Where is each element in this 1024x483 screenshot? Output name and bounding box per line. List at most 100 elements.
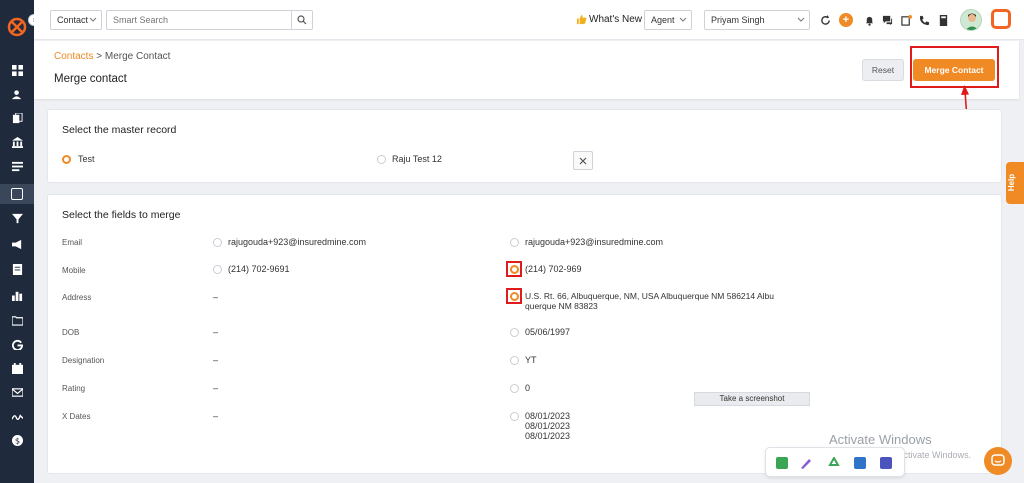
designation-right-radio[interactable] (510, 356, 519, 365)
windows-shield-icon[interactable] (854, 457, 866, 469)
whats-new-label: What's New (589, 14, 643, 25)
user-value: Priyam Singh (711, 15, 765, 25)
email-right-radio[interactable] (510, 238, 519, 247)
app-switcher-icon[interactable] (991, 9, 1011, 29)
search-icon (297, 15, 307, 25)
field-label-x-dates: X Dates (62, 412, 91, 421)
sidebar-item-campaigns[interactable] (0, 234, 34, 254)
contact-type-value: Contact (57, 15, 89, 25)
sidebar-item-billing[interactable]: $ (0, 430, 34, 450)
chat-bubble-icon (991, 454, 1005, 466)
sidebar-item-contacts[interactable] (0, 184, 34, 204)
close-icon (579, 157, 587, 164)
sidebar-item-reports[interactable] (0, 259, 34, 279)
screenshot-tooltip: Take a screenshot (694, 392, 810, 406)
list-icon (11, 161, 23, 171)
support-chat-button[interactable] (984, 447, 1012, 475)
mobile-radio-highlight (506, 261, 522, 277)
sidebar-item-users[interactable] (0, 84, 34, 104)
bell-icon (865, 16, 873, 26)
sidebar-item-google[interactable] (0, 334, 34, 354)
x-dates-right-radio[interactable] (510, 412, 519, 421)
reset-button[interactable]: Reset (862, 59, 904, 81)
sidebar-item-mail[interactable] (0, 382, 34, 402)
help-label: Help (1007, 173, 1017, 192)
shield-check-icon[interactable] (776, 457, 788, 469)
contact-card-icon (11, 188, 23, 200)
dollar-icon: $ (11, 434, 23, 446)
dashboard-icon (11, 64, 23, 76)
brand-logo[interactable] (7, 17, 27, 37)
help-tab[interactable]: Help (1006, 162, 1024, 204)
sidebar-item-documents[interactable] (0, 108, 34, 128)
field-label-address: Address (62, 293, 92, 302)
contact-type-select[interactable]: Contact (50, 10, 102, 30)
master-option-raju-radio[interactable] (377, 155, 386, 164)
x-dates-right-value-1: 08/01/2023 (525, 411, 571, 421)
mobile-left-radio[interactable] (213, 265, 222, 274)
filter-icon (11, 213, 23, 223)
google-icon (11, 339, 23, 350)
calculator-button[interactable] (936, 13, 950, 27)
role-select[interactable]: Agent (644, 10, 692, 30)
add-button[interactable]: + (839, 13, 853, 27)
address-right-line1: U.S. Rt. 66, Albuquerque, NM, USA Albuqu… (525, 291, 775, 301)
designation-left-value: – (213, 355, 219, 365)
master-record-card: Select the master record Test Raju Test … (47, 109, 1002, 183)
recycle-icon[interactable] (828, 455, 840, 469)
megaphone-icon (11, 239, 21, 249)
email-left-value: rajugouda+923@insuredmine.com (228, 237, 366, 247)
field-label-rating: Rating (62, 384, 86, 393)
page-title: Merge contact (54, 73, 127, 85)
breadcrumb-separator: > (96, 51, 103, 62)
dob-right-value: 05/06/1997 (525, 327, 571, 337)
floating-app-tray (765, 447, 905, 477)
sidebar-item-signature[interactable] (0, 406, 34, 426)
sidebar-item-dashboard[interactable] (0, 60, 34, 80)
mail-icon (11, 387, 23, 397)
bar-chart-icon (11, 291, 22, 301)
sidebar-item-folders[interactable] (0, 310, 34, 330)
search-button[interactable] (291, 10, 313, 30)
fields-merge-title: Select the fields to merge (62, 209, 181, 221)
rating-right-radio[interactable] (510, 384, 519, 393)
remove-record-button[interactable] (573, 151, 593, 170)
notifications-button[interactable] (862, 13, 876, 27)
page-header: Contacts > Merge Contact Merge contact R… (34, 41, 1019, 99)
top-bar: Contact What's New Agent Priyam Singh + (34, 0, 1024, 40)
master-option-test-radio[interactable] (62, 155, 71, 164)
refresh-button[interactable] (818, 13, 832, 27)
sidebar-item-list[interactable] (0, 156, 34, 176)
sidebar-item-bank[interactable] (0, 132, 34, 152)
dob-right-radio[interactable] (510, 328, 519, 337)
phone-icon (919, 15, 929, 25)
sidebar: › $ (0, 0, 40, 483)
sidebar-item-filter[interactable] (0, 208, 34, 228)
user-avatar[interactable] (960, 9, 982, 31)
report-icon (12, 263, 22, 275)
email-left-radio[interactable] (213, 238, 222, 247)
address-left-value: – (213, 292, 219, 302)
phone-button[interactable] (917, 13, 931, 27)
mobile-right-value: (214) 702-969 (525, 264, 582, 274)
designation-right-value: YT (525, 355, 537, 365)
chevron-down-icon (89, 17, 97, 22)
sidebar-item-analytics[interactable] (0, 285, 34, 305)
chevron-down-icon (679, 17, 687, 22)
dob-left-value: – (213, 327, 219, 337)
avatar-icon (965, 13, 979, 30)
inbox-button[interactable] (899, 13, 913, 27)
field-label-dob: DOB (62, 328, 80, 337)
breadcrumb-contacts-link[interactable]: Contacts (54, 51, 93, 62)
smart-search-input[interactable] (106, 10, 291, 30)
merge-button-highlight (910, 46, 999, 88)
user-select[interactable]: Priyam Singh (704, 10, 810, 30)
chat-button[interactable] (880, 13, 894, 27)
pen-icon[interactable] (800, 457, 812, 469)
sidebar-item-calendar[interactable] (0, 358, 34, 378)
field-label-mobile: Mobile (62, 266, 86, 275)
address-radio-highlight (506, 288, 522, 304)
field-label-designation: Designation (62, 356, 105, 365)
whats-new-link[interactable]: What's New (576, 14, 642, 25)
teams-icon[interactable] (880, 457, 892, 469)
